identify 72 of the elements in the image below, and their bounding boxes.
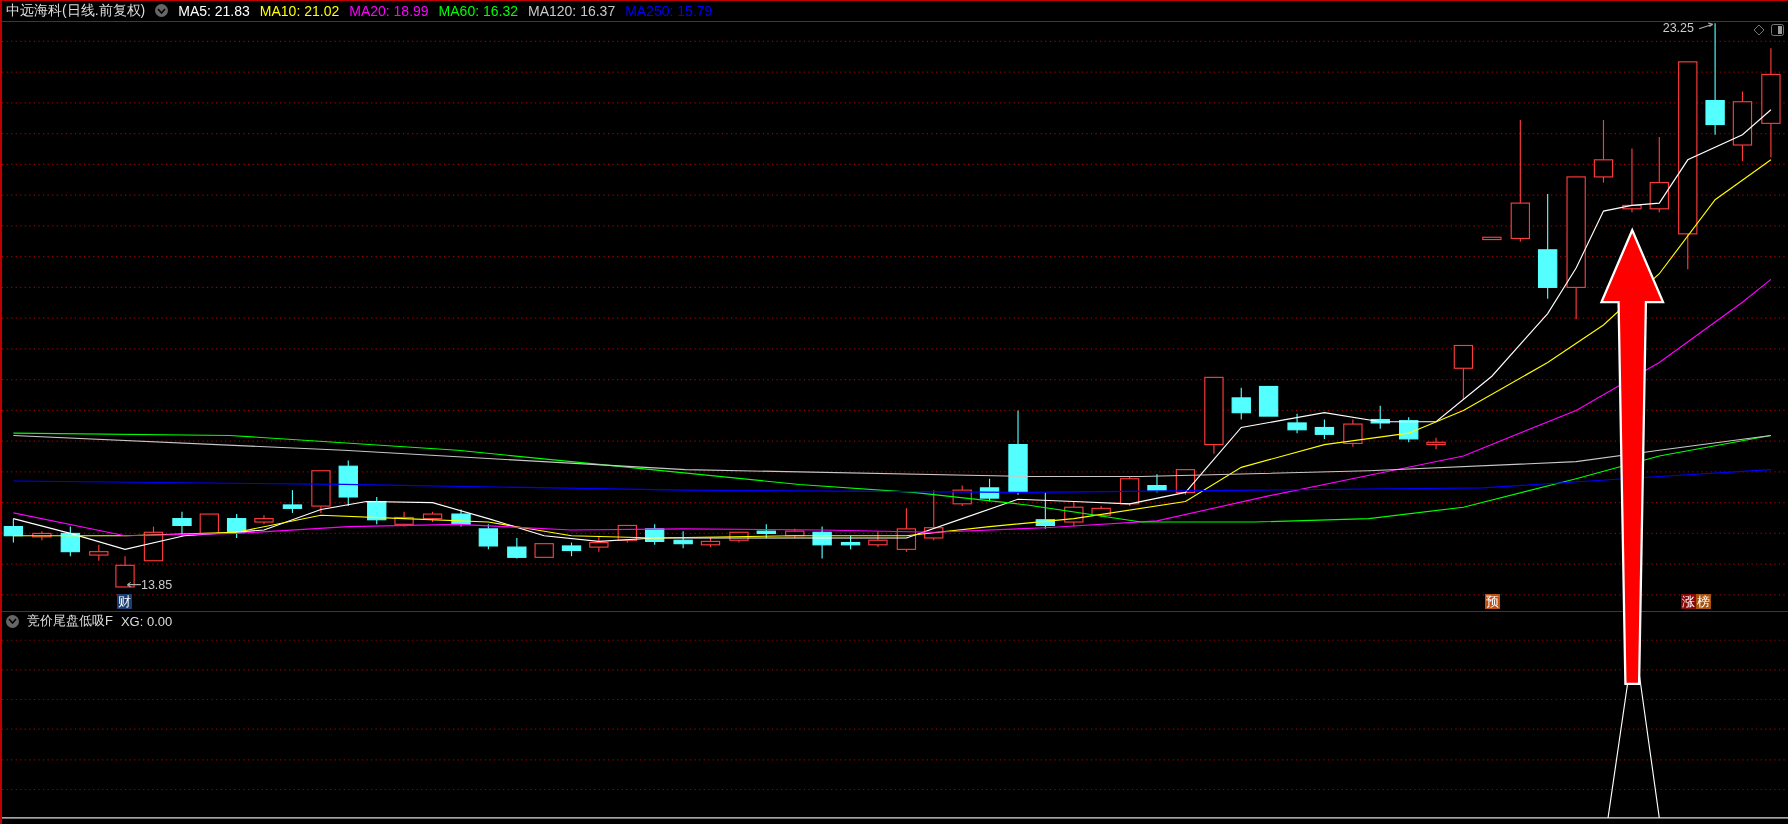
candlestick [1426, 436, 1446, 450]
event-tag: 涨 [1681, 593, 1697, 609]
candlestick [756, 523, 776, 539]
candlestick [1593, 119, 1614, 183]
low-price-label: 13.85 [140, 578, 173, 592]
candlestick [1147, 473, 1167, 493]
indicator-title: 竞价尾盘低吸F [27, 612, 113, 630]
dropdown-icon[interactable] [155, 4, 169, 18]
candlestick [226, 513, 247, 539]
candlestick [507, 537, 527, 559]
candlestick [451, 508, 471, 527]
candlestick [534, 542, 554, 558]
moving-average-value: MA5: 21.83 [178, 2, 250, 19]
candlestick [785, 528, 805, 539]
candlestick [812, 525, 832, 559]
candlestick [1091, 505, 1111, 518]
dropdown-icon[interactable] [6, 614, 19, 628]
event-tag: 榜 [1696, 593, 1712, 609]
leader-line [1698, 22, 1714, 30]
candlestick [478, 523, 499, 550]
candlestick [32, 530, 52, 541]
stock-title: 中远海科(日线.前复权) [6, 1, 146, 20]
moving-average-value: MA20: 18.99 [349, 2, 429, 19]
candlestick [840, 534, 861, 550]
candlestick [1064, 500, 1084, 527]
moving-average-value: MA250: 15.79 [625, 2, 713, 19]
candlestick [1314, 418, 1335, 440]
candlestick [1732, 90, 1753, 162]
moving-average-value: MA60: 16.32 [438, 2, 518, 19]
candlestick [311, 469, 331, 514]
candlestick [924, 489, 944, 541]
diamond-icon[interactable] [1753, 24, 1765, 36]
candlestick [282, 489, 303, 514]
candlestick [1399, 416, 1419, 443]
candlestick [1258, 385, 1279, 417]
candlestick [644, 523, 665, 546]
event-tag: 预 [1485, 593, 1501, 609]
panel-toggle-icon[interactable] [1771, 24, 1784, 36]
candlestick [367, 496, 387, 525]
candlestick [115, 555, 135, 588]
candlestick [1035, 491, 1056, 530]
candlestick [3, 517, 24, 543]
leader-line [126, 581, 142, 588]
event-tag: 财 [117, 593, 133, 609]
moving-average-value: MA120: 16.37 [528, 2, 616, 19]
candlestick [1287, 413, 1307, 434]
candlestick [172, 510, 192, 537]
candlestick [868, 530, 888, 548]
candlestick [1453, 344, 1474, 400]
candlestick [1622, 147, 1642, 213]
candlestick [673, 530, 693, 549]
candlestick [1119, 475, 1140, 507]
candlestick [199, 513, 219, 534]
candlestick [561, 541, 582, 557]
candlestick [60, 525, 80, 557]
candlestick [1482, 236, 1502, 240]
high-price-label: 23.25 [1662, 21, 1695, 35]
candlestick [896, 507, 917, 552]
candlestick [1343, 418, 1363, 448]
candlestick [394, 510, 414, 527]
candlestick [729, 531, 749, 543]
candlestick [700, 537, 721, 548]
candlestick [422, 510, 443, 523]
candlestick [979, 477, 1000, 502]
moving-average-value: MA10: 21.02 [259, 2, 340, 19]
candlestick [952, 484, 972, 507]
candlestick [1370, 405, 1390, 429]
candlestick [589, 534, 609, 552]
indicator-reading: XG: 0.00 [120, 613, 173, 629]
candlestick [338, 459, 358, 507]
candlestick [1231, 386, 1251, 420]
candlestick [89, 544, 109, 562]
